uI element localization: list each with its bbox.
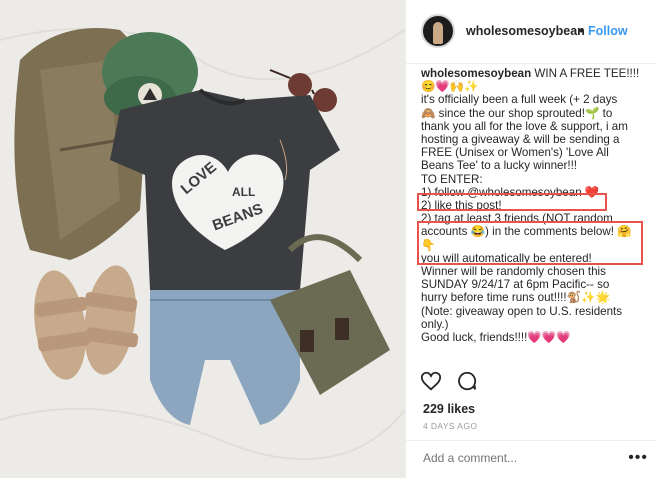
caption-line: hosting a giveaway & will be sending a — [421, 133, 620, 147]
comment-bar: ••• — [406, 440, 657, 478]
caption-line: SUNDAY 9/24/17 at 6pm Pacific-- so — [421, 278, 610, 292]
caption-line: it's officially been a full week (+ 2 da… — [421, 93, 618, 107]
caption-line: Good luck, friends!!!!💗💗💗 — [421, 331, 571, 345]
caption-line-text: WIN A FREE TEE!!!! — [531, 67, 640, 80]
likes-count[interactable]: 229 likes — [423, 402, 475, 416]
caption: wholesomesoybean WIN A FREE TEE!!!! 😊💗🙌✨… — [421, 67, 649, 367]
post-photo-illustration: LOVE ALL BEANS — [0, 0, 405, 478]
caption-line: TO ENTER: — [421, 172, 483, 186]
comment-icon[interactable] — [456, 370, 480, 394]
separator-dot: • — [579, 24, 584, 38]
post-header: wholesomesoybean • Follow — [406, 0, 657, 64]
heart-icon[interactable] — [420, 370, 444, 394]
more-options-icon[interactable]: ••• — [628, 449, 648, 467]
avatar-image — [433, 22, 443, 44]
avatar[interactable] — [421, 14, 455, 48]
caption-line-0: wholesomesoybean WIN A FREE TEE!!!! — [421, 67, 649, 80]
highlight-box-tag — [417, 221, 643, 265]
caption-line: (Note: giveaway open to U.S. residents — [421, 304, 623, 318]
caption-line: 🙈 since the our shop sprouted!🌱 to — [421, 106, 613, 120]
caption-line: only.) — [421, 317, 449, 331]
post-sidebar: wholesomesoybean • Follow wholesomesoybe… — [405, 0, 657, 478]
comment-input[interactable] — [423, 451, 613, 465]
caption-line: FREE (Unisex or Women's) 'Love All — [421, 146, 609, 160]
caption-line: hurry before time runs out!!!!🐒✨🌟 — [421, 291, 610, 305]
caption-line: Winner will be randomly chosen this — [421, 265, 606, 279]
caption-username[interactable]: wholesomesoybean — [421, 67, 531, 80]
caption-line: Beans Tee' to a lucky winner!!! — [421, 159, 578, 173]
post-photo[interactable]: LOVE ALL BEANS — [0, 0, 405, 478]
username-link[interactable]: wholesomesoybean — [466, 24, 585, 38]
shirt-text-all: ALL — [232, 185, 255, 199]
highlight-box-follow — [417, 193, 607, 211]
caption-line: thank you all for the love & support, i … — [421, 119, 628, 133]
caption-line: 😊💗🙌✨ — [421, 80, 479, 94]
follow-button[interactable]: Follow — [588, 24, 628, 38]
post-timestamp: 4 DAYS AGO — [423, 421, 478, 431]
